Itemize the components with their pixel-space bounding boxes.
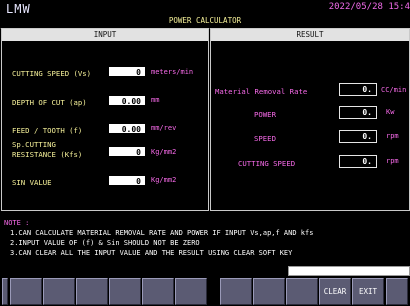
key-input-field[interactable]: [288, 266, 410, 276]
speed-label: SPEED: [254, 134, 276, 143]
cutting-speed-label: CUTTING SPEED (Vs): [12, 69, 92, 78]
sin-value-unit: Kg/mm2: [151, 176, 177, 184]
material-removal-rate-value: 0.: [339, 83, 377, 96]
notes-section: NOTE : 1.CAN CALCULATE MATERIAL REMOVAL …: [4, 218, 408, 258]
softkey-6[interactable]: [175, 278, 207, 305]
softkey-next[interactable]: [386, 278, 408, 305]
softkey-5[interactable]: [142, 278, 174, 305]
softkey-8[interactable]: [253, 278, 285, 305]
cutting-speed-unit: meters/min: [151, 68, 194, 76]
power-label: POWER: [254, 110, 276, 119]
depth-of-cut-input[interactable]: 0.00: [108, 95, 146, 106]
softkey-3[interactable]: [76, 278, 108, 305]
power-value: 0.: [339, 106, 377, 119]
cutting-resistance-label-line2: RESISTANCE (Kfs): [12, 150, 83, 159]
cutting-resistance-unit: Kg/mm2: [151, 148, 177, 156]
note-line: 3.CAN CLEAR ALL THE INPUT VALUE AND THE …: [10, 249, 293, 257]
softkey-1[interactable]: [10, 278, 42, 305]
softkey-9[interactable]: [286, 278, 318, 305]
notes-heading: NOTE :: [4, 219, 30, 227]
speed-unit: rpm: [386, 132, 399, 140]
softkey-7[interactable]: [220, 278, 252, 305]
softkey-bar: CLEAR EXIT: [0, 276, 410, 306]
material-removal-rate-unit: CC/min: [381, 86, 407, 94]
result-header: RESULT: [211, 29, 409, 41]
note-line: 1.CAN CALCULATE MATERIAL REMOVAL RATE AN…: [10, 229, 314, 237]
speed-value: 0.: [339, 130, 377, 143]
feed-per-tooth-label: FEED / TOOTH (f): [12, 126, 83, 135]
power-unit: Kw: [386, 108, 395, 116]
sin-value-input[interactable]: 0: [108, 175, 146, 186]
cutting-speed-result-value: 0.: [339, 155, 377, 168]
result-panel: RESULT: [210, 28, 410, 211]
app-title: LMW: [6, 2, 31, 16]
depth-of-cut-label: DEPTH OF CUT (ap): [12, 98, 87, 107]
calculator-title: POWER CALCULATOR: [168, 16, 242, 25]
datetime: 2022/05/28 15:4: [328, 2, 410, 12]
softkey-2[interactable]: [43, 278, 75, 305]
material-removal-rate-label: Material Removal Rate: [215, 87, 308, 96]
softkey-left-return[interactable]: [2, 278, 8, 305]
softkey-4[interactable]: [109, 278, 141, 305]
cutting-speed-input[interactable]: 0: [108, 66, 146, 77]
cutting-resistance-label-line1: Sp.CUTTING: [12, 140, 56, 149]
depth-of-cut-unit: mm: [151, 96, 160, 104]
cutting-speed-result-unit: rpm: [386, 157, 399, 165]
cutting-speed-result-label: CUTTING SPEED: [238, 159, 296, 168]
input-header: INPUT: [2, 29, 208, 41]
clear-softkey[interactable]: CLEAR: [319, 278, 351, 305]
feed-per-tooth-input[interactable]: 0.00: [108, 123, 146, 134]
cutting-resistance-input[interactable]: 0: [108, 146, 146, 157]
feed-per-tooth-unit: mm/rev: [151, 124, 177, 132]
sin-value-label: SIN VALUE: [12, 178, 52, 187]
note-line: 2.INPUT VALUE OF (f) & Sin SHOULD NOT BE…: [10, 239, 200, 247]
exit-softkey[interactable]: EXIT: [352, 278, 384, 305]
